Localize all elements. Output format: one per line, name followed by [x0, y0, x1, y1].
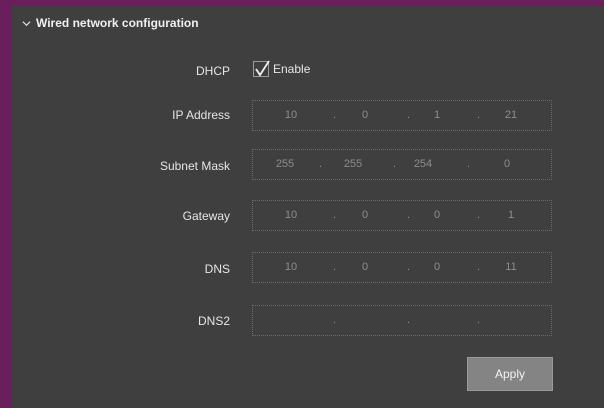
subnet-mask-field[interactable]: 255 . 255 . 254 . 0	[252, 149, 552, 180]
ip-address-field[interactable]: 10 . 0 . 1 . 21	[252, 100, 552, 131]
octet-separator: .	[407, 209, 411, 221]
octet-separator: .	[407, 109, 411, 121]
section-header[interactable]: Wired network configuration	[22, 16, 199, 30]
ip-octet-1[interactable]: 10	[271, 109, 311, 121]
gateway-octet-1[interactable]: 10	[271, 209, 311, 221]
octet-separator: .	[333, 261, 337, 273]
octet-separator: .	[407, 314, 411, 326]
octet-separator: .	[477, 261, 481, 273]
network-config-panel: Wired network configuration DHCP Enable …	[12, 6, 604, 408]
section-title: Wired network configuration	[36, 16, 199, 30]
dns-octet-2[interactable]: 0	[345, 261, 385, 273]
octet-separator: .	[319, 158, 323, 170]
octet-separator: .	[477, 109, 481, 121]
octet-separator: .	[333, 314, 337, 326]
subnet-octet-3[interactable]: 254	[403, 158, 443, 170]
octet-separator: .	[393, 158, 397, 170]
dhcp-label: DHCP	[195, 64, 230, 78]
gateway-octet-2[interactable]: 0	[345, 209, 385, 221]
dns-octet-3[interactable]: 0	[417, 261, 457, 273]
ip-octet-4[interactable]: 21	[491, 109, 531, 121]
octet-separator: .	[477, 209, 481, 221]
dhcp-enable-label: Enable	[273, 62, 311, 76]
gateway-octet-4[interactable]: 1	[491, 209, 531, 221]
chevron-down-icon	[22, 20, 31, 26]
subnet-octet-1[interactable]: 255	[265, 158, 305, 170]
dns-label: DNS	[204, 262, 230, 276]
dns-field[interactable]: 10 . 0 . 0 . 11	[252, 252, 552, 283]
ip-address-label: IP Address	[172, 108, 230, 122]
dhcp-enable[interactable]: Enable	[253, 60, 311, 77]
gateway-label: Gateway	[182, 209, 230, 223]
octet-separator: .	[333, 109, 337, 121]
octet-separator: .	[467, 158, 471, 170]
gateway-field[interactable]: 10 . 0 . 0 . 1	[252, 200, 552, 231]
subnet-mask-label: Subnet Mask	[159, 159, 230, 173]
dhcp-checkbox[interactable]	[253, 60, 270, 77]
ip-octet-3[interactable]: 1	[417, 109, 457, 121]
dns-octet-1[interactable]: 10	[271, 261, 311, 273]
dns-octet-4[interactable]: 11	[491, 261, 531, 273]
checkmark-icon	[255, 60, 270, 77]
dns2-field[interactable]: . . .	[252, 305, 552, 336]
subnet-octet-2[interactable]: 255	[333, 158, 373, 170]
apply-button[interactable]: Apply	[467, 357, 553, 391]
subnet-octet-4[interactable]: 0	[487, 158, 527, 170]
octet-separator: .	[407, 261, 411, 273]
dns2-label: DNS2	[197, 314, 230, 328]
gateway-octet-3[interactable]: 0	[417, 209, 457, 221]
ip-octet-2[interactable]: 0	[345, 109, 385, 121]
octet-separator: .	[477, 314, 481, 326]
octet-separator: .	[333, 209, 337, 221]
